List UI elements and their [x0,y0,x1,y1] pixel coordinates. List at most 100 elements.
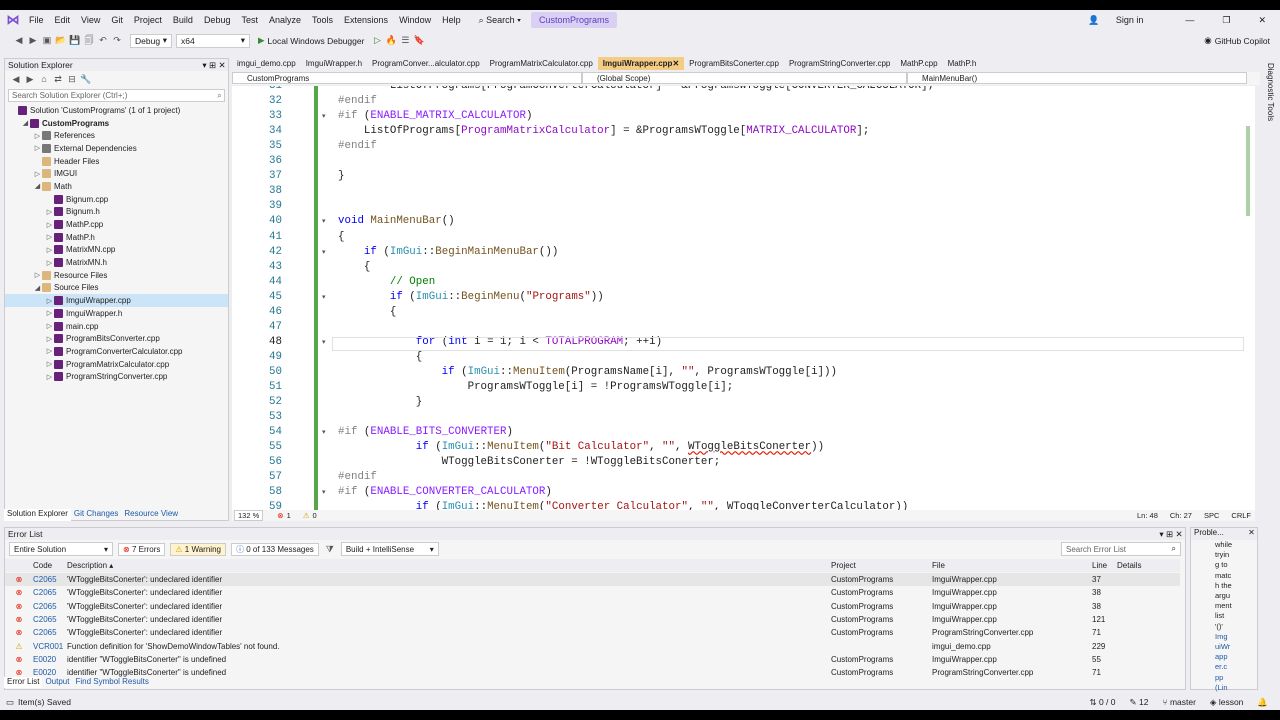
save-icon[interactable]: 💾 [68,35,82,46]
table-row[interactable]: ⊗ C2065 'WToggleBitsConerter': undeclared … [5,600,1180,613]
fold-toggle-icon[interactable]: ▾ [322,248,326,256]
expand-toggle-icon[interactable]: ▷ [45,309,54,317]
error-code[interactable]: E0020 [33,655,67,664]
tree-item[interactable]: ▷ ProgramConverterCalculator.cpp [5,345,228,358]
expand-toggle-icon[interactable]: ▷ [33,170,42,178]
problem-link-line[interactable]: pp [1215,673,1257,683]
col-description[interactable]: Description ▴ [67,561,831,570]
save-all-icon[interactable]: 🗐 [82,33,96,49]
tab-resource-view[interactable]: Resource View [121,509,181,521]
restore-icon[interactable]: ❐ [1222,15,1230,26]
back-icon[interactable]: ◀ [9,74,23,85]
tree-item[interactable]: ▷ MatrixMN.h [5,256,228,269]
expand-toggle-icon[interactable]: ▷ [33,271,42,279]
platform-select[interactable]: x64 ▾ [176,33,250,48]
menu-window[interactable]: Window [399,15,431,25]
close-icon[interactable]: ✕ [1248,528,1257,540]
copilot-button[interactable]: ◉ GitHub Copilot [1204,35,1270,46]
error-list-search[interactable]: Search Error List ⌕ [1061,542,1181,556]
home-icon[interactable]: ⌂ [37,74,51,84]
expand-toggle-icon[interactable]: ▷ [45,347,54,355]
tree-item[interactable]: ◢ Source Files [5,282,228,295]
table-row[interactable]: ⊗ C2065 'WToggleBitsConerter': undeclared … [5,626,1180,639]
wrench-icon[interactable]: 🔧 [79,74,93,85]
start-without-debug-icon[interactable]: ▷ [370,35,384,46]
minimize-icon[interactable]: — [1185,15,1194,25]
undo-icon[interactable]: ↶ [96,35,110,46]
tab-error-list[interactable]: Error List [4,677,43,688]
menu-file[interactable]: File [29,15,44,25]
expand-toggle-icon[interactable]: ▷ [45,221,54,229]
tab-solution-explorer[interactable]: Solution Explorer [4,509,71,521]
sign-in-button[interactable]: 👤 Sign in [1088,15,1157,26]
tree-item[interactable]: Bignum.cpp [5,193,228,206]
menu-build[interactable]: Build [173,15,193,25]
problem-link-line[interactable]: app [1215,652,1257,662]
col-details[interactable]: Details [1117,561,1177,570]
tree-item[interactable]: ▷ ProgramStringConverter.cpp [5,370,228,383]
build-filter[interactable]: Build + IntelliSense ▾ [340,542,439,556]
solution-explorer-search[interactable]: Search Solution Explorer (Ctrl+;) ⌕ [8,89,225,102]
expand-toggle-icon[interactable]: ▷ [33,132,42,140]
expand-toggle-icon[interactable]: ▷ [45,360,54,368]
menu-project[interactable]: Project [134,15,162,25]
col-project[interactable]: Project [831,561,932,570]
tree-item[interactable]: ▷ External Dependencies [5,142,228,155]
messages-filter-button[interactable]: ⓘ 0 of 133 Messages [230,542,319,556]
expand-toggle-icon[interactable]: ▷ [45,297,54,305]
expand-toggle-icon[interactable]: ◢ [21,119,30,127]
tree-item[interactable]: Header Files [5,155,228,168]
menu-test[interactable]: Test [241,15,258,25]
redo-icon[interactable]: ↷ [110,35,124,46]
tree-item[interactable]: ◢ Math [5,180,228,193]
editor-tab[interactable]: MathP.cpp [895,57,942,70]
line-ending[interactable]: CRLF [1231,511,1251,520]
tree-item[interactable]: ▷ MatrixMN.cpp [5,244,228,257]
tab-find-symbol-results[interactable]: Find Symbol Results [72,677,151,688]
expand-toggle-icon[interactable]: ◢ [33,284,42,292]
tab-git-changes[interactable]: Git Changes [71,509,121,521]
menu-edit[interactable]: Edit [55,15,71,25]
project-dropdown[interactable]: CustomPrograms [232,72,582,84]
menu-help[interactable]: Help [442,15,461,25]
table-row[interactable]: ⊗ C2065 'WToggleBitsConerter': undeclared … [5,586,1180,599]
error-code[interactable]: VCR001 [33,642,67,651]
tree-item[interactable]: ▷ MathP.cpp [5,218,228,231]
panel-controls[interactable]: ▾ ⊞ ✕ [202,60,228,71]
tree-item[interactable]: ▷ ImguiWrapper.cpp [5,294,228,307]
scope-dropdown[interactable]: (Global Scope) [582,72,907,84]
problem-link-line[interactable]: (Lin [1215,683,1257,693]
table-row[interactable]: ⊗ E0020 identifier "WToggleBitsConerter" i… [5,653,1180,666]
branch-selector[interactable]: ⑂ master [1162,697,1195,707]
filter-icon[interactable]: ⧩ [323,544,337,555]
fold-toggle-icon[interactable]: ▾ [322,293,326,301]
config-select[interactable]: Debug ▾ [130,33,172,48]
menu-debug[interactable]: Debug [204,15,231,25]
open-icon[interactable]: 📂 [54,35,68,46]
tree-item[interactable]: ▷ References [5,129,228,142]
run-button[interactable]: ▶ Local Windows Debugger [258,35,364,46]
error-code[interactable]: C2065 [33,602,67,611]
close-icon[interactable]: ✕ [1258,15,1266,26]
tree-item[interactable]: Solution 'CustomPrograms' (1 of 1 projec… [5,104,228,117]
back-icon[interactable]: ◀ [12,35,26,46]
search-button[interactable]: ⌕ Search ▾ [479,15,521,26]
tree-item[interactable]: ▷ IMGUI [5,167,228,180]
panel-controls[interactable]: ▾ ⊞ ✕ [1159,529,1185,540]
fold-toggle-icon[interactable]: ▾ [322,428,326,436]
tree-item[interactable]: ▷ main.cpp [5,320,228,333]
table-row[interactable]: ⊗ C2065 'WToggleBitsConerter': undeclared … [5,613,1180,626]
editor-tab[interactable]: ProgramStringConverter.cpp [784,57,895,70]
menu-extensions[interactable]: Extensions [344,15,388,25]
fold-toggle-icon[interactable]: ▾ [322,217,326,225]
sync-icon[interactable]: ⇄ [51,74,65,85]
tree-item[interactable]: ▷ MathP.h [5,231,228,244]
format-icon[interactable]: ☰ [398,35,412,46]
menu-git[interactable]: Git [111,15,123,25]
table-row[interactable]: ⊗ E0020 identifier "WToggleBitsConerter" i… [5,666,1180,679]
editor-tab[interactable]: ImguiWrapper.cpp ✕ [597,57,685,70]
error-count[interactable]: 1 [287,511,291,520]
push-counts[interactable]: ⇅ 0 / 0 [1089,697,1115,708]
expand-toggle-icon[interactable]: ◢ [33,182,42,190]
col-code[interactable]: Code [33,561,67,570]
